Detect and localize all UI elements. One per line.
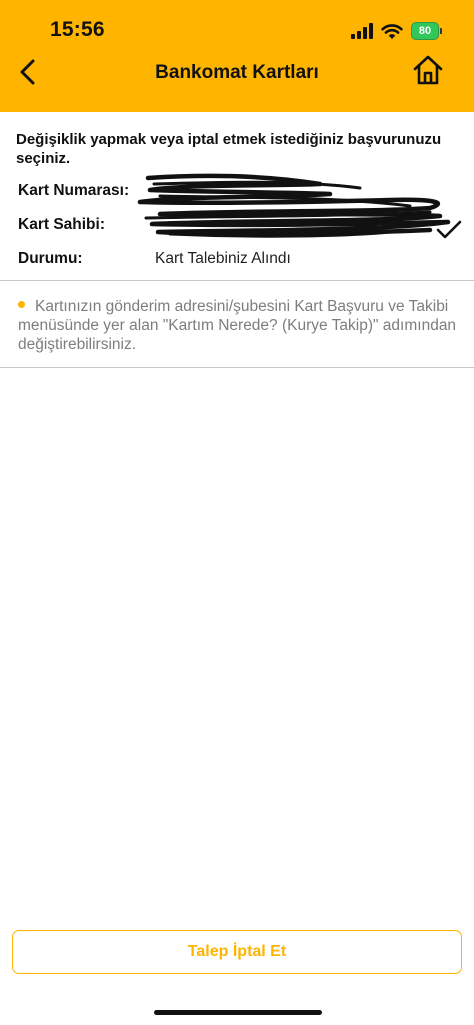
battery-level: 80	[411, 22, 439, 40]
instruction-text: Değişiklik yapmak veya iptal etmek isted…	[16, 131, 442, 167]
card-status-value: Kart Talebiniz Alındı	[155, 250, 291, 267]
back-button[interactable]	[8, 52, 48, 92]
card-number-label: Kart Numarası:	[18, 182, 130, 199]
cellular-signal-icon	[351, 23, 373, 39]
card-holder-label: Kart Sahibi:	[18, 216, 105, 233]
bullet-dot-icon	[18, 301, 25, 309]
info-note-text: Kartınızın gönderim adresini/şubesini Ka…	[18, 298, 457, 353]
card-application-item[interactable]: Kart Numarası: Kart Sahibi: Durumu: Kart…	[0, 172, 474, 280]
cancel-request-button[interactable]: Talep İptal Et	[12, 930, 462, 974]
chevron-left-icon	[20, 59, 35, 85]
checkmark-icon	[436, 220, 462, 239]
header-bar: 15:56 80 Bankomat Kartları	[0, 0, 474, 112]
divider	[0, 367, 474, 368]
divider	[0, 280, 474, 281]
page-title: Bankomat Kartları	[155, 62, 319, 83]
status-icons: 80	[351, 20, 442, 42]
home-icon	[413, 55, 443, 85]
info-note: Kartınızın gönderim adresini/şubesini Ka…	[18, 297, 458, 354]
redaction-scribble	[137, 173, 451, 238]
home-button[interactable]	[408, 50, 448, 90]
card-status-label: Durumu:	[18, 250, 83, 267]
app-screen: 15:56 80 Bankomat Kartları Değişiklik ya…	[0, 0, 474, 1025]
home-indicator	[154, 1010, 322, 1015]
status-time: 15:56	[50, 18, 105, 41]
wifi-icon	[381, 23, 403, 40]
battery-icon: 80	[411, 22, 442, 40]
